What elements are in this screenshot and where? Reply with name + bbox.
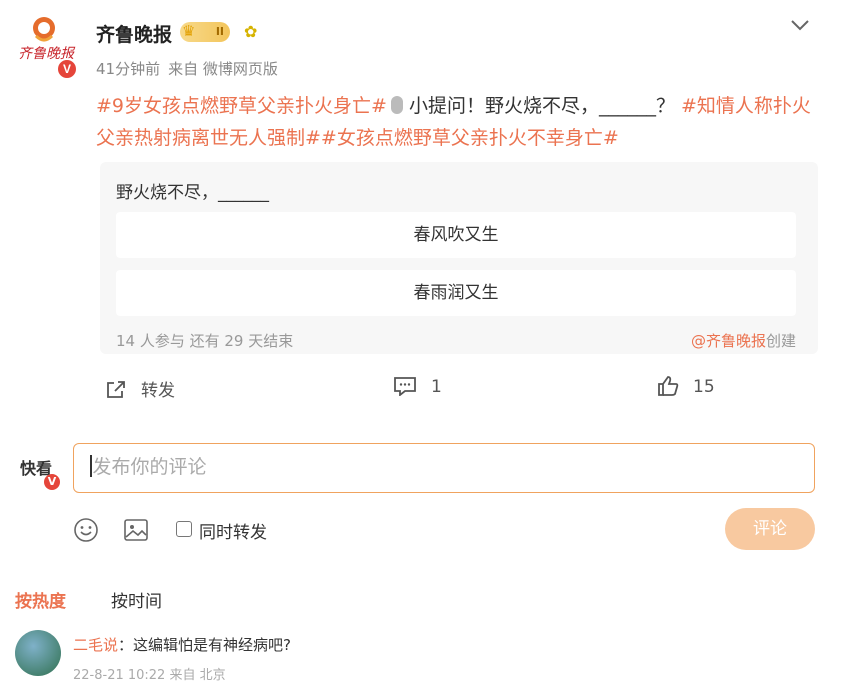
post-meta: 41分钟前 来自 微博网页版 [96, 58, 286, 79]
vip-level: II [215, 25, 224, 38]
repost-checkbox-label[interactable]: 同时转发 [199, 518, 267, 543]
author-name[interactable]: 齐鲁晚报 [96, 20, 172, 47]
poll-card: 野火烧不尽，______ 春风吹又生 春雨润又生 14 人参与 还有 29 天结… [100, 162, 818, 354]
post-source: 来自 微博网页版 [168, 60, 278, 78]
poll-creator-link[interactable]: @齐鲁晚报 [691, 332, 766, 350]
poll-option[interactable]: 春风吹又生 [116, 212, 796, 258]
comment-meta: 22-8-21 10:22 来自 北京 [73, 668, 226, 683]
post-text: #9岁女孩点燃野草父亲扑火身亡# 小提问！野火烧不尽，______？ #知情人称扑… [96, 90, 818, 154]
comment-body: ：这编辑怕是有神经病吧? [118, 636, 291, 654]
post-question-text: 小提问！野火烧不尽，______？ [408, 95, 675, 117]
thumbs-up-icon [658, 376, 679, 396]
comment-text: 二毛说：这编辑怕是有神经病吧? [73, 634, 291, 655]
smiley-icon[interactable] [73, 517, 99, 547]
post-time[interactable]: 41分钟前 [96, 60, 160, 78]
comment-placeholder: 发布你的评论 [92, 456, 207, 478]
repost-checkbox[interactable] [176, 521, 192, 537]
sort-by-time-tab[interactable]: 按时间 [111, 587, 162, 612]
flower-badge-icon[interactable]: ✿ [244, 22, 257, 41]
commenter-avatar[interactable] [15, 630, 61, 676]
repost-button[interactable]: 转发 [105, 376, 175, 401]
poll-creator: @齐鲁晚报创建 [691, 330, 796, 351]
vip-badge[interactable]: ♛ II [180, 22, 230, 42]
verified-badge-icon: V [56, 58, 78, 80]
image-icon[interactable] [123, 517, 149, 547]
hashtag-link[interactable]: #9岁女孩点燃野草父亲扑火身亡# [96, 95, 387, 117]
comment-count: 1 [431, 377, 442, 397]
microphone-icon [390, 96, 403, 114]
comment-button[interactable]: 1 [393, 376, 442, 397]
text-cursor [90, 455, 92, 477]
author-avatar[interactable]: 齐鲁晚报 V [14, 14, 78, 80]
share-icon [107, 381, 125, 398]
repost-label: 转发 [141, 381, 175, 401]
hashtag-link[interactable]: #女孩点燃野草父亲扑火不幸身亡# [321, 127, 619, 149]
comment-input[interactable]: 发布你的评论 [73, 443, 815, 493]
crown-icon: ♛ [182, 22, 196, 40]
poll-question: 野火烧不尽，______ [116, 183, 269, 203]
poll-option[interactable]: 春雨润又生 [116, 270, 796, 316]
chevron-down-icon[interactable] [790, 12, 810, 37]
comment-icon [394, 377, 416, 397]
like-button[interactable]: 15 [657, 376, 715, 397]
like-count: 15 [693, 377, 715, 397]
verified-badge-icon: V [44, 474, 60, 490]
commenter-name[interactable]: 二毛说 [73, 636, 118, 654]
sort-by-hot-tab[interactable]: 按热度 [15, 587, 66, 612]
submit-comment-button[interactable]: 评论 [725, 508, 815, 550]
poll-creator-suffix: 创建 [765, 332, 796, 350]
poll-footer: 14 人参与 还有 29 天结束 [116, 332, 294, 350]
